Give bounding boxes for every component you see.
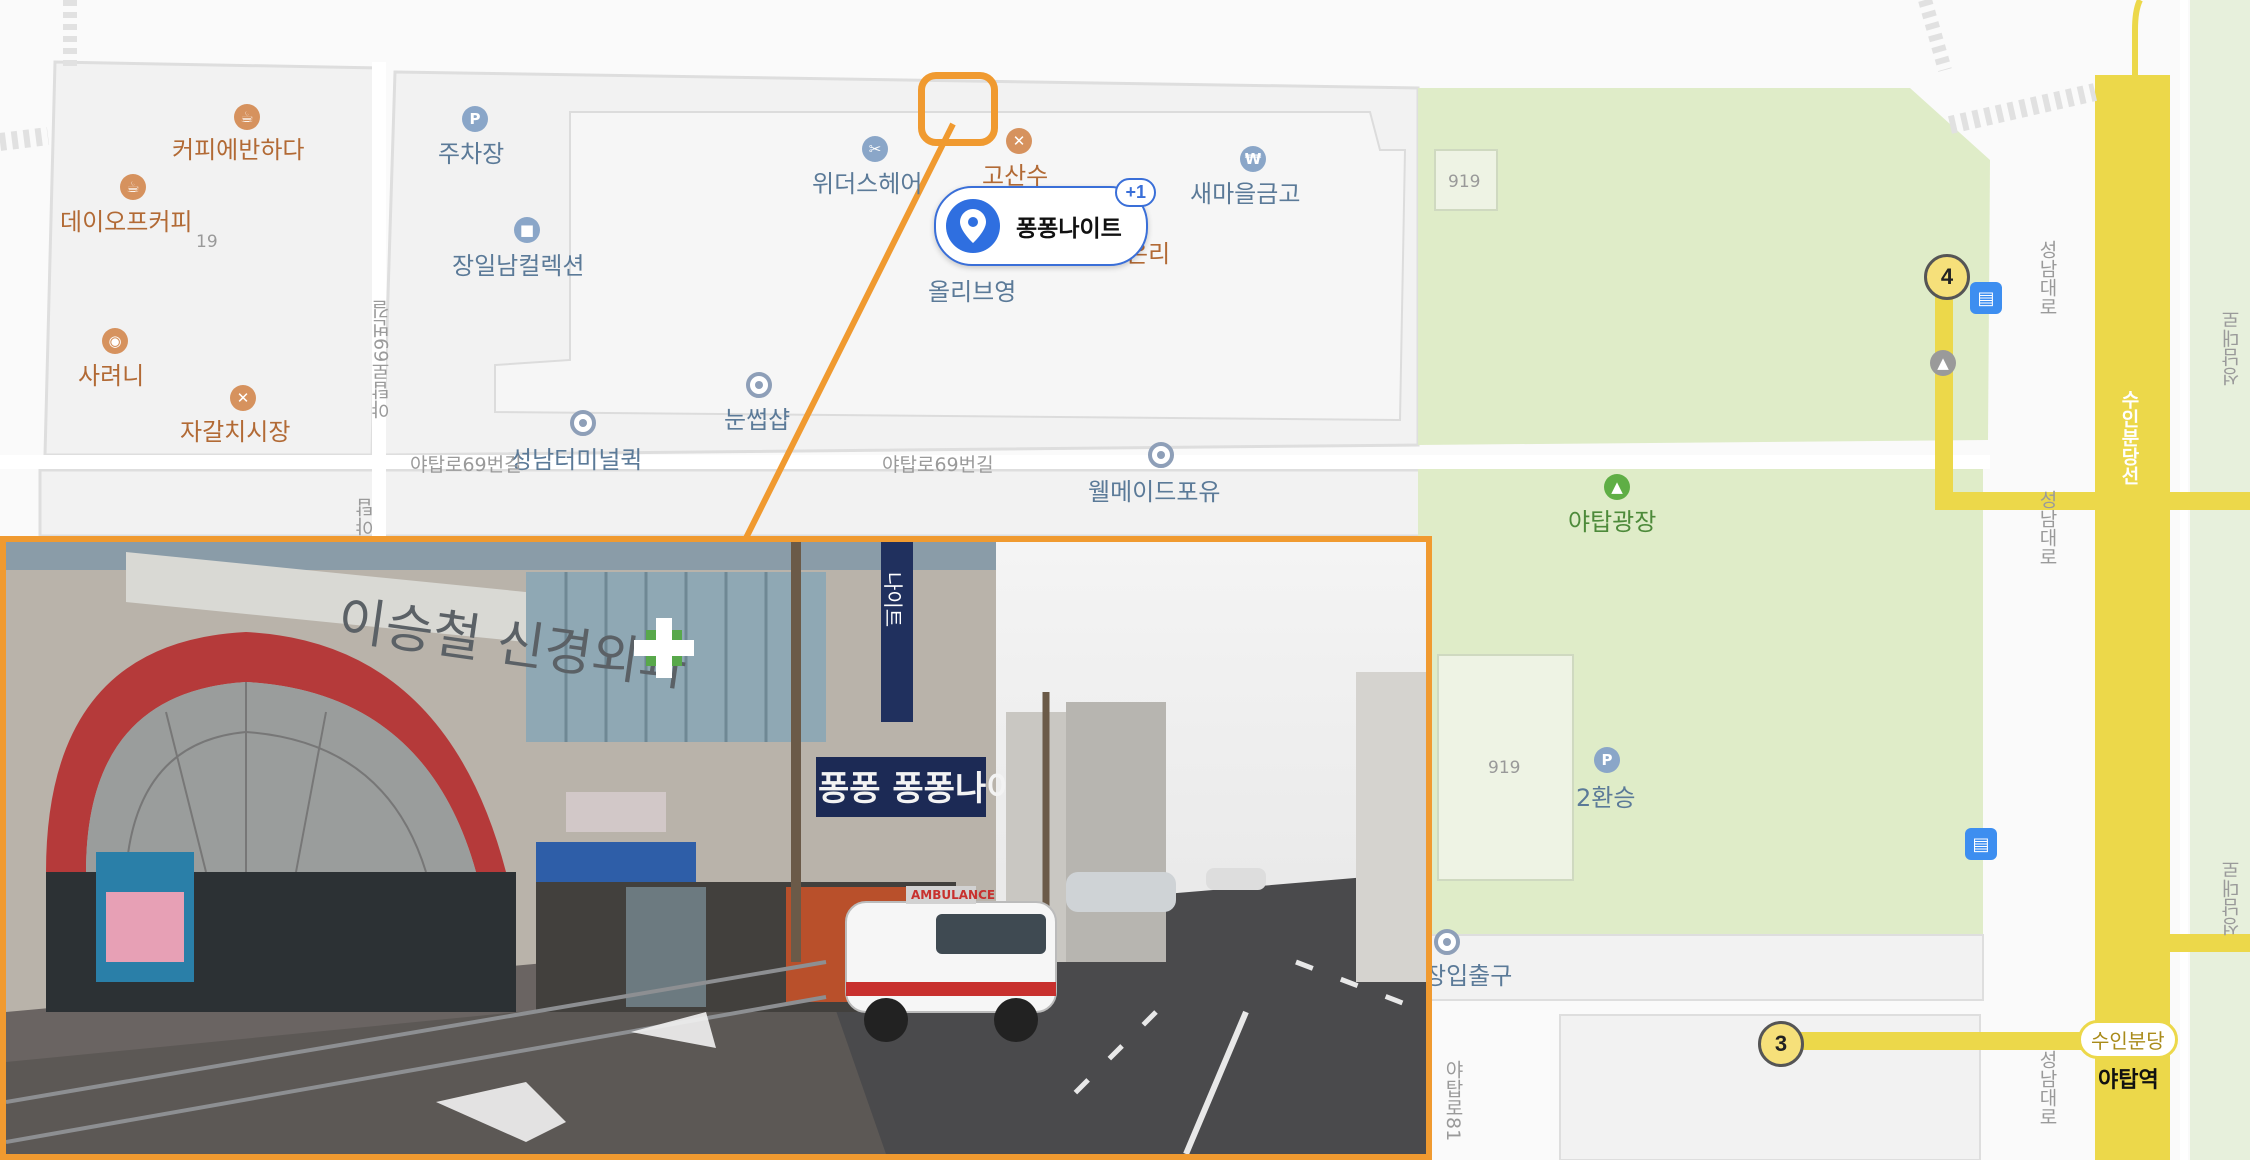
hair-salon-icon[interactable]: ✂ <box>862 136 888 162</box>
map-view[interactable]: ☕ ☕ ◉ ✕ P ■ ✂ ✕ ₩ ▲ P 커피에반하다 데이오프커피 19 사… <box>0 0 2250 1160</box>
station-label[interactable]: 야탑역 <box>2098 1062 2159 1094</box>
street-label: 성남대로 <box>2036 1050 2058 1126</box>
park-icon[interactable]: ▲ <box>1604 474 1630 500</box>
selected-place-card[interactable]: 퐁퐁나이트 +1 <box>934 178 1156 266</box>
street-label: 성남대로 <box>2036 490 2058 566</box>
poi-label[interactable]: 성남터미널퀵 <box>510 440 642 475</box>
ambulance-label: AMBULANCE <box>911 888 995 902</box>
street-scene: 이승철 신경외과 퐁퐁 퐁퐁나이트 나이트 AMBULANCE <box>6 542 1426 1154</box>
entrance-icon[interactable] <box>1434 929 1460 955</box>
poi-label[interactable]: 자갈치시장 <box>180 412 290 447</box>
cafe-icon[interactable]: ☕ <box>234 104 260 130</box>
parking-icon[interactable]: P <box>462 106 488 132</box>
street-label: 야탑로69번길 <box>882 454 994 476</box>
block-number: 919 <box>1448 172 1481 192</box>
street-view-photo[interactable]: 이승철 신경외과 퐁퐁 퐁퐁나이트 나이트 AMBULANCE <box>0 536 1432 1160</box>
street-label: 야탑로69번길 <box>410 454 522 476</box>
parking-icon[interactable]: P <box>1594 747 1620 773</box>
shopping-icon[interactable]: ■ <box>514 217 540 243</box>
poi-label[interactable]: 새마을금고 <box>1190 174 1300 209</box>
block-number: 19 <box>196 232 218 252</box>
poi-label[interactable]: 장일남컬렉션 <box>452 246 584 281</box>
bakery-icon[interactable]: ◉ <box>102 328 128 354</box>
poi-label[interactable]: 주차장 <box>438 134 504 169</box>
subway-line-tag[interactable]: 수인분당 <box>2078 1020 2178 1059</box>
place-icon[interactable] <box>746 372 772 398</box>
subway-exit-3[interactable]: 3 <box>1758 1021 1804 1067</box>
street-label: 성남대로 <box>2221 310 2243 386</box>
place-icon[interactable] <box>570 410 596 436</box>
more-places-badge[interactable]: +1 <box>1115 178 1156 207</box>
night-tower-sign: 나이트 <box>881 572 905 627</box>
street-label: 야탑로69번길 <box>371 300 393 420</box>
poi-label[interactable]: 올리브영 <box>928 272 1016 307</box>
focus-highlight <box>918 72 998 146</box>
poi-label[interactable]: 눈썹샵 <box>724 400 790 435</box>
bus-stop-icon[interactable]: ▤ <box>1970 282 2002 314</box>
place-icon[interactable] <box>1148 442 1174 468</box>
location-pin-icon <box>946 199 1000 253</box>
park-label[interactable]: 야탑광장 <box>1568 502 1656 537</box>
street-label: 야탑 <box>355 498 377 536</box>
restaurant-icon[interactable]: ✕ <box>230 385 256 411</box>
street-label: 성남대로 <box>2221 860 2243 936</box>
poi-label[interactable]: 커피에반하다 <box>172 130 304 165</box>
block-number: 919 <box>1488 758 1521 778</box>
poi-label[interactable]: 웰메이드포유 <box>1088 472 1220 507</box>
poi-label[interactable]: 사려니 <box>78 356 144 391</box>
subway-line-label: 수인분당선 <box>2118 390 2140 485</box>
poi-label[interactable]: 위더스헤어 <box>812 164 922 199</box>
street-label: 성남대로 <box>2036 240 2058 316</box>
bank-icon[interactable]: ₩ <box>1240 146 1266 172</box>
cafe-icon[interactable]: ☕ <box>120 174 146 200</box>
restaurant-icon[interactable]: ✕ <box>1006 128 1032 154</box>
elevator-icon[interactable]: ▲ <box>1930 350 1956 376</box>
bus-stop-icon[interactable]: ▤ <box>1965 828 1997 860</box>
poi-label[interactable]: 장입출구 <box>1424 956 1512 991</box>
street-label: 야탑로81 <box>1442 1060 1464 1142</box>
poi-label[interactable]: 데이오프커피 <box>60 202 192 237</box>
poi-label[interactable]: 2환승 <box>1576 778 1635 813</box>
selected-place-name: 퐁퐁나이트 <box>1016 216 1122 242</box>
subway-exit-4[interactable]: 4 <box>1924 254 1970 300</box>
